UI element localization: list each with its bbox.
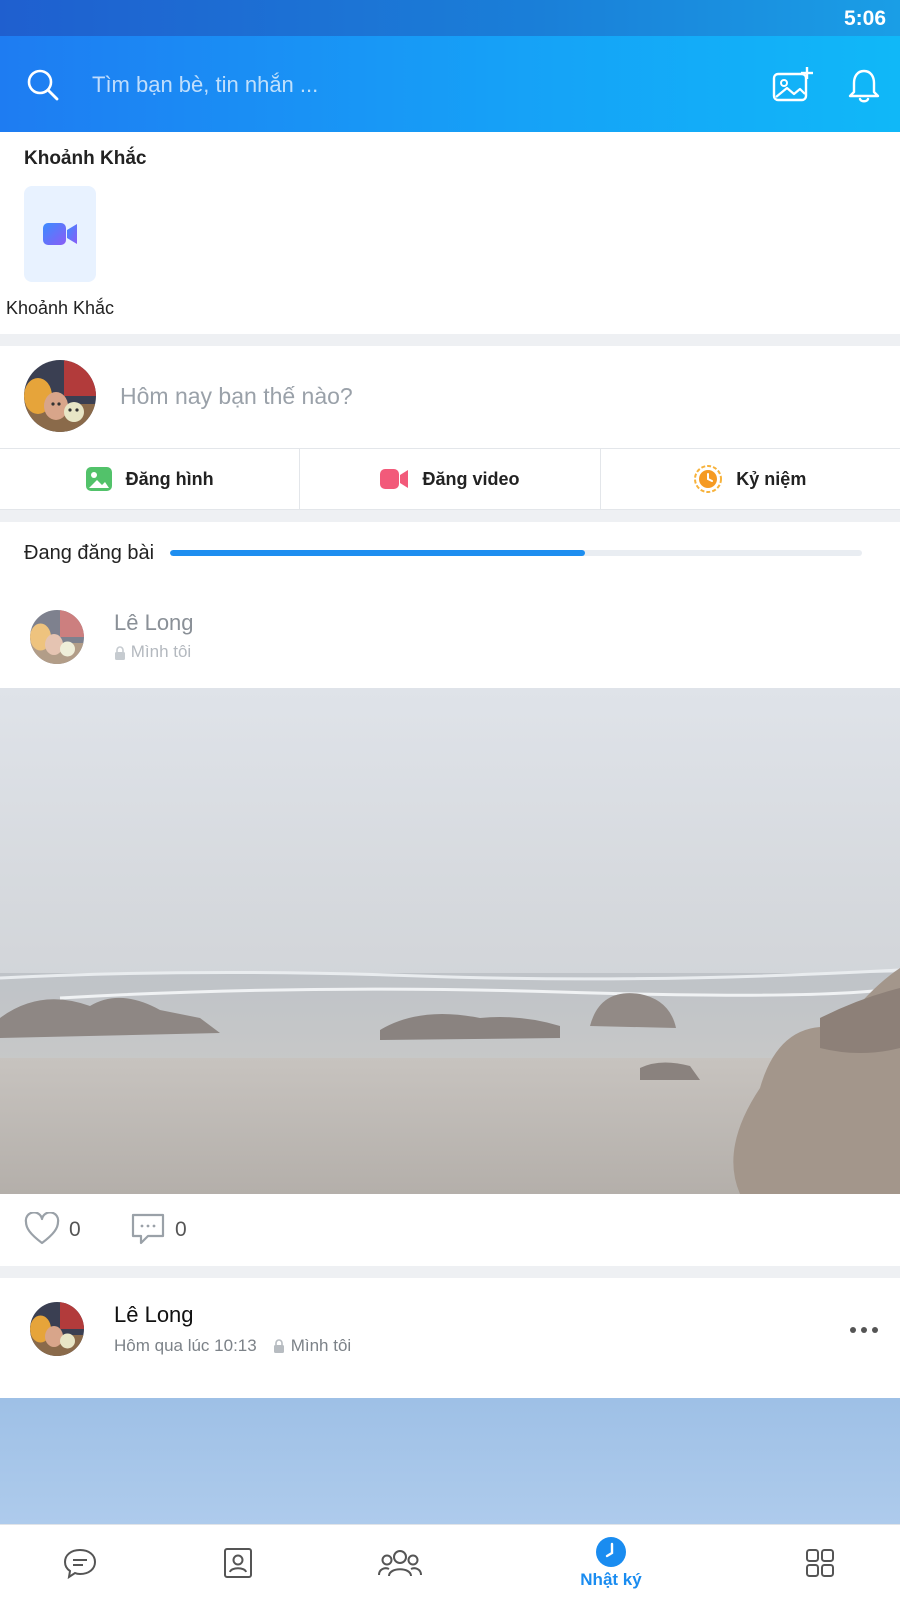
- timeline-icon: [596, 1537, 626, 1567]
- memory-button[interactable]: Kỷ niệm: [599, 449, 900, 509]
- post-privacy-label: Mình tôi: [290, 1336, 352, 1355]
- post-video-button[interactable]: Đăng video: [299, 449, 599, 509]
- video-camera-icon: [43, 223, 77, 245]
- create-moment-label: Khoảnh Khắc: [5, 298, 115, 318]
- avatar[interactable]: [24, 360, 96, 432]
- create-moment-button[interactable]: [24, 186, 96, 282]
- nav-more[interactable]: [790, 1525, 850, 1600]
- messages-icon: [63, 1548, 97, 1579]
- photo-icon: [85, 467, 112, 491]
- post-photo-button[interactable]: Đăng hình: [0, 449, 299, 509]
- post-time: Hôm qua lúc 10:13: [114, 1336, 257, 1355]
- post-video-label: Đăng video: [422, 468, 520, 489]
- search-icon[interactable]: [26, 68, 60, 102]
- uploading-post-card: Đang đăng bài Lê Long Mình tôi 0 0: [0, 522, 900, 1266]
- nav-messages[interactable]: [50, 1525, 110, 1600]
- lock-icon: [273, 1339, 284, 1353]
- top-header: [0, 36, 900, 132]
- like-count: 0: [69, 1218, 81, 1241]
- moments-title: Khoảnh Khắc: [24, 148, 147, 169]
- nav-contacts[interactable]: [208, 1525, 268, 1600]
- composer-actions: Đăng hình Đăng video Kỷ niệm: [0, 448, 900, 510]
- search-input[interactable]: [92, 66, 712, 104]
- status-prompt[interactable]: Hôm nay bạn thế nào?: [120, 383, 353, 410]
- post-meta: Hôm qua lúc 10:13 Mình tôi: [114, 1336, 351, 1356]
- comment-count: 0: [175, 1218, 187, 1241]
- post-author: Lê Long: [114, 610, 194, 635]
- memory-label: Kỷ niệm: [736, 468, 807, 489]
- post-privacy-label: Mình tôi: [130, 642, 192, 661]
- bottom-navigation: Nhật ký: [0, 1524, 900, 1600]
- upload-progress-bar: [170, 550, 862, 556]
- post-author[interactable]: Lê Long: [114, 1302, 194, 1328]
- more-apps-icon: [806, 1549, 834, 1577]
- post-photo-label: Đăng hình: [125, 468, 214, 489]
- heart-icon[interactable]: [24, 1212, 60, 1246]
- upload-progress-fill: [170, 550, 586, 556]
- avatar[interactable]: [30, 1302, 84, 1356]
- post-privacy: Mình tôi: [114, 642, 191, 662]
- moments-section: Khoảnh Khắc Khoảnh Khắc: [0, 132, 900, 334]
- lock-icon: [115, 645, 125, 660]
- post-photo[interactable]: [0, 1398, 900, 1524]
- nav-groups[interactable]: [370, 1525, 430, 1600]
- upload-status-text: Đang đăng bài: [24, 542, 155, 564]
- contacts-icon: [224, 1548, 252, 1578]
- memory-clock-icon: [694, 465, 723, 493]
- status-time: 5:06: [843, 7, 886, 30]
- avatar: [30, 610, 84, 664]
- nav-timeline-label: Nhật ký: [580, 1570, 642, 1589]
- bell-icon[interactable]: [848, 68, 880, 104]
- groups-icon: [378, 1550, 422, 1577]
- reaction-row: 0 0: [0, 1194, 900, 1266]
- post-photo[interactable]: [0, 688, 900, 1194]
- post-composer: Hôm nay bạn thế nào? Đăng hình Đăng vide…: [0, 346, 900, 510]
- post-card: Lê Long Hôm qua lúc 10:13 Mình tôi: [0, 1278, 900, 1398]
- status-bar: 5:06: [0, 0, 900, 36]
- comment-icon[interactable]: [130, 1212, 166, 1246]
- more-options-icon[interactable]: [840, 1318, 890, 1342]
- nav-timeline[interactable]: Nhật ký: [566, 1525, 656, 1600]
- video-icon: [380, 469, 409, 489]
- add-photo-icon[interactable]: [772, 66, 814, 104]
